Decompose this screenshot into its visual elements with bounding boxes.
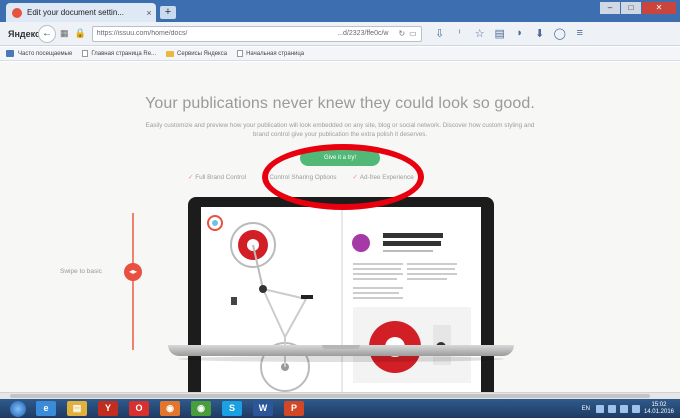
taskbar-app-ie[interactable]: e: [36, 401, 56, 416]
star-icon[interactable]: ☆: [470, 27, 490, 40]
page-headline: Your publications never knew they could …: [145, 95, 535, 112]
window-controls: – □ ✕: [599, 2, 676, 14]
feature-item: ✓ Full Brand Control: [188, 174, 246, 181]
language-indicator[interactable]: EN: [582, 406, 590, 412]
minimize-button[interactable]: –: [600, 2, 620, 14]
bookmark-label: Часто посещаемые: [18, 50, 73, 57]
swipe-label: Swipe to basic: [60, 268, 102, 275]
taskbar-app-word[interactable]: W: [253, 401, 273, 416]
battery-icon[interactable]: [631, 404, 640, 413]
arrow-icon[interactable]: ⬇: [530, 27, 550, 40]
bookmarks-icon: [6, 50, 14, 57]
address-bar[interactable]: https://issuu.com/home/docs/ ...d/2323/f…: [91, 25, 422, 42]
reader-icon[interactable]: ▭: [409, 29, 417, 38]
scrollbar-thumb[interactable]: [10, 394, 650, 398]
volume-icon[interactable]: [607, 404, 616, 413]
info-icon[interactable]: ⁱ: [450, 27, 470, 40]
start-button[interactable]: [10, 400, 26, 417]
close-window-button[interactable]: ✕: [642, 2, 676, 14]
clock-date: 14.01.2016: [643, 408, 674, 415]
toolbar-icons: ⇩ ⁱ ☆ ▤ ◗ ⬇ ◯ ≡: [430, 27, 590, 40]
bookmarks-bar: Часто посещаемые Главная страница Re... …: [0, 47, 680, 61]
issuu-favicon-icon: [12, 7, 22, 18]
taskbar-app-powerpoint[interactable]: P: [284, 401, 304, 416]
highlight-annotation: [262, 144, 424, 210]
tabs-icon[interactable]: ▦: [60, 28, 69, 39]
publication-preview[interactable]: [201, 207, 481, 397]
taskbar-app-opera[interactable]: O: [129, 401, 149, 416]
windows-taskbar: e ▤ Y O ◉ ◉ S W P EN 15:02 14.01.2016: [0, 399, 680, 418]
bookmark-item[interactable]: Главная страница Re...: [82, 50, 156, 57]
swipe-track[interactable]: [132, 213, 134, 350]
bookmark-item[interactable]: Начальная страница: [237, 50, 304, 57]
article-layout: [352, 233, 471, 383]
laptop-shadow: [178, 356, 504, 362]
browser-tab[interactable]: Edit your document settin... ×: [6, 3, 156, 22]
laptop-notch: [322, 345, 360, 349]
back-button[interactable]: ←: [38, 24, 56, 43]
feature-label: Full Brand Control: [195, 174, 247, 181]
page-icon: [237, 50, 244, 57]
chat-icon[interactable]: ◯: [550, 27, 570, 40]
navigation-bar: Яндекс ← ▦ 🔒 https://issuu.com/home/docs…: [0, 22, 680, 46]
taskbar-app-skype[interactable]: S: [222, 401, 242, 416]
bookmark-item[interactable]: Сервисы Яндекса: [166, 50, 228, 57]
clock-time: 15:02: [651, 401, 667, 408]
taskbar-app-yandex[interactable]: Y: [98, 401, 118, 416]
laptop-preview: [188, 197, 494, 408]
flag-icon[interactable]: [619, 404, 628, 413]
bookmark-label: Главная страница Re...: [91, 50, 157, 57]
page-content: Your publications never knew they could …: [0, 62, 680, 408]
bicycle-illustration: [207, 215, 313, 392]
horizontal-scrollbar[interactable]: [0, 392, 680, 399]
menu-icon[interactable]: ≡: [570, 27, 590, 40]
network-icon[interactable]: [595, 404, 604, 413]
page-description: Easily customize and preview how your pu…: [145, 122, 535, 138]
url-text[interactable]: https://issuu.com/home/docs/: [97, 30, 337, 37]
check-icon: ✓: [188, 174, 194, 181]
reload-icon[interactable]: ↻: [398, 29, 405, 38]
swipe-handle[interactable]: ◂▸: [124, 263, 142, 281]
bookmark-item[interactable]: Часто посещаемые: [18, 51, 72, 57]
folder-icon: [166, 50, 175, 57]
lock-icon: 🔒: [74, 28, 86, 38]
publication-right-page: [343, 207, 481, 397]
bookmark-label: Начальная страница: [246, 50, 305, 57]
bookmark-label: Сервисы Яндекса: [177, 50, 228, 57]
taskbar-app-chrome[interactable]: ◉: [191, 401, 211, 416]
bookmark-icon[interactable]: ▤: [490, 27, 510, 40]
maximize-button[interactable]: □: [621, 2, 641, 14]
publication-left-page: [201, 207, 341, 397]
window-titlebar: Edit your document settin... × + – □ ✕: [0, 0, 680, 22]
clock[interactable]: 15:02 14.01.2016: [644, 402, 674, 416]
download-icon[interactable]: ⇩: [430, 27, 450, 40]
pocket-icon[interactable]: ◗: [510, 27, 530, 40]
taskbar-app-firefox[interactable]: ◉: [160, 401, 180, 416]
system-tray: EN 15:02 14.01.2016: [582, 402, 674, 416]
yandex-brand[interactable]: Яндекс: [8, 29, 40, 39]
tab-close-icon[interactable]: ×: [142, 8, 156, 18]
taskbar-app-explorer[interactable]: ▤: [67, 401, 87, 416]
tab-title: Edit your document settin...: [27, 8, 124, 17]
url-tail: ...d/2323/ffe0c/w: [337, 30, 389, 37]
page-icon: [82, 50, 89, 57]
new-tab-button[interactable]: +: [160, 6, 176, 19]
